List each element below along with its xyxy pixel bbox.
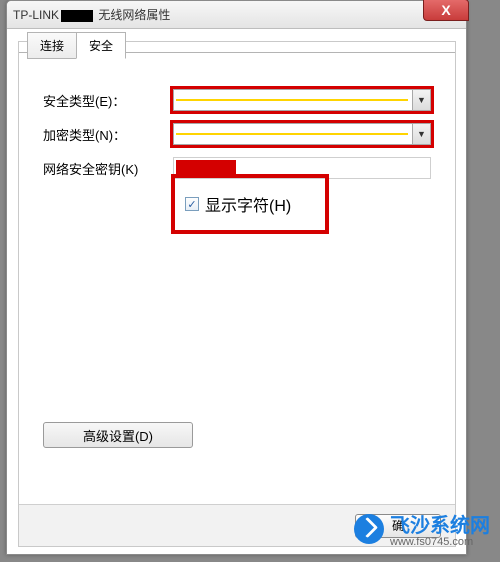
security-type-label: 安全类型(E)： (43, 91, 173, 110)
tab-security-label: 安全 (89, 39, 113, 53)
window-title: TP-LINK 无线网络属性 (13, 6, 460, 23)
encryption-type-combo[interactable]: ▼ (173, 123, 431, 145)
close-icon: X (441, 2, 450, 18)
watermark-name: 飞沙系统网 (390, 515, 490, 537)
dialog-body: 连接 安全 安全类型(E)： ▼ 加密类型(N)： ▼ 网络安全密钥(K) (18, 41, 456, 547)
chevron-down-icon: ▼ (412, 124, 430, 144)
tab-bar: 连接 安全 (27, 32, 125, 59)
check-icon: ✓ (187, 198, 196, 211)
watermark: 飞沙系统网 www.fs0745.com (354, 509, 490, 548)
advanced-settings-button[interactable]: 高级设置(D) (43, 422, 193, 448)
network-key-input[interactable] (173, 157, 431, 179)
chevron-down-icon: ▼ (412, 90, 430, 110)
close-button[interactable]: X (423, 0, 469, 21)
encryption-type-label: 加密类型(N)： (43, 125, 173, 144)
show-characters-region: ✓ 显示字符(H) (175, 178, 325, 230)
watermark-logo-icon (354, 514, 384, 544)
row-encryption-type: 加密类型(N)： ▼ (43, 122, 431, 146)
security-form: 安全类型(E)： ▼ 加密类型(N)： ▼ 网络安全密钥(K) (43, 88, 431, 190)
advanced-settings-label: 高级设置(D) (83, 426, 153, 445)
row-network-key: 网络安全密钥(K) (43, 156, 431, 180)
redacted-key (176, 160, 236, 176)
tab-security[interactable]: 安全 (76, 32, 126, 59)
tab-connection[interactable]: 连接 (27, 32, 77, 59)
security-type-combo[interactable]: ▼ (173, 89, 431, 111)
tab-connection-label: 连接 (40, 39, 64, 53)
redacted-ssid (61, 10, 93, 22)
watermark-url: www.fs0745.com (390, 536, 490, 548)
row-security-type: 安全类型(E)： ▼ (43, 88, 431, 112)
dialog-window: TP-LINK 无线网络属性 X 连接 安全 安全类型(E)： ▼ 加密类型(N… (6, 0, 467, 555)
show-characters-checkbox[interactable]: ✓ (185, 197, 199, 211)
network-key-label: 网络安全密钥(K) (43, 159, 173, 178)
titlebar[interactable]: TP-LINK 无线网络属性 X (7, 1, 466, 29)
show-characters-label: 显示字符(H) (205, 192, 291, 216)
